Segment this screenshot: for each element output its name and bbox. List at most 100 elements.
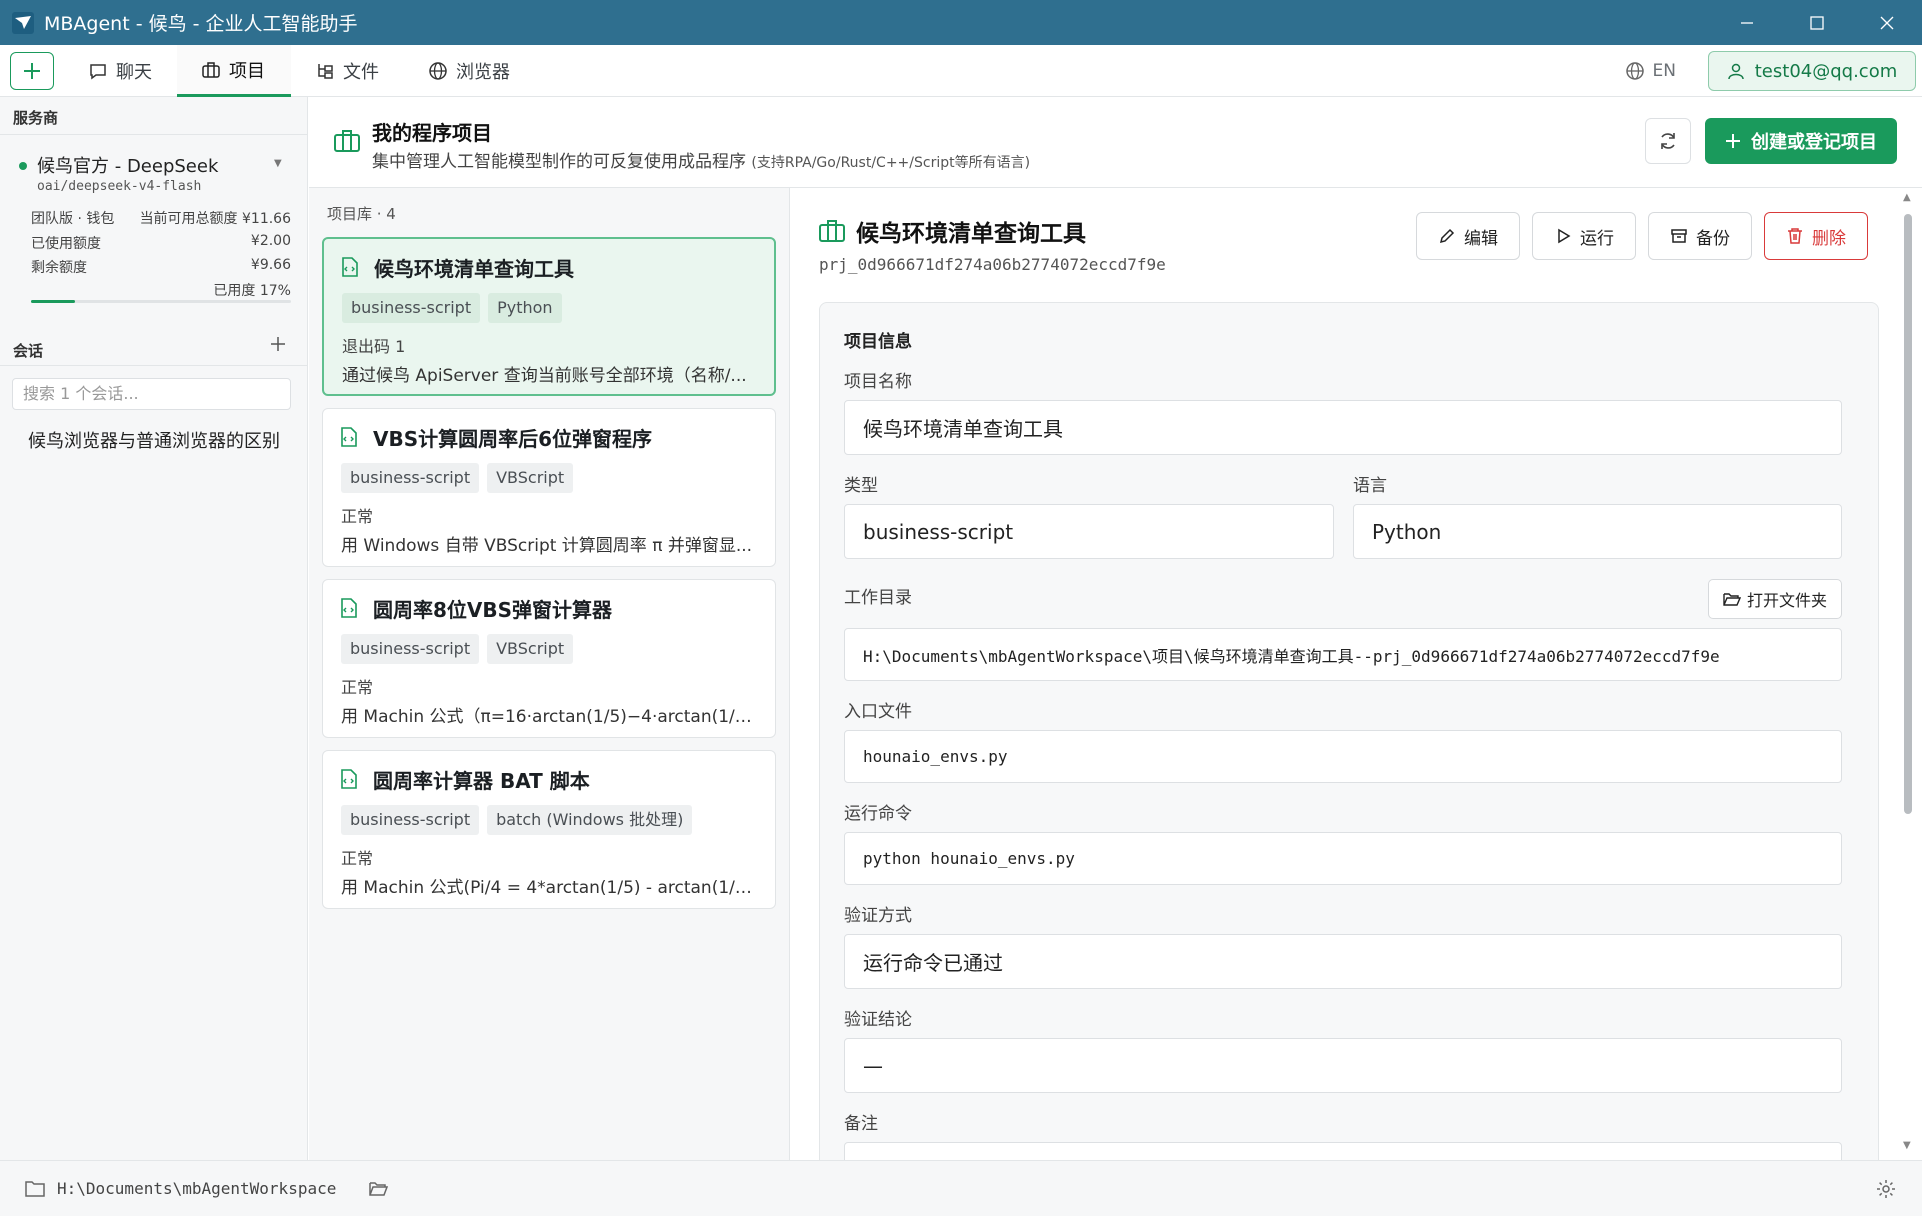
language-switch[interactable]: EN — [1625, 45, 1676, 97]
status-dot — [19, 162, 27, 170]
session-search-input[interactable]: 搜索 1 个会话... — [12, 378, 291, 410]
maximize-icon — [1810, 15, 1824, 30]
user-account-button[interactable]: test04@qq.com — [1708, 51, 1916, 91]
provider-name: 候鸟官方 - DeepSeek — [37, 156, 219, 177]
project-count: 项目库 · 4 — [327, 205, 396, 223]
edit-button[interactable]: 编辑 — [1416, 212, 1520, 260]
globe-icon — [1625, 62, 1644, 80]
project-tag: Python — [488, 293, 562, 323]
project-name: 圆周率计算器 BAT 脚本 — [373, 769, 590, 793]
create-project-label: 创建或登记项目 — [1751, 132, 1877, 153]
project-card[interactable]: 圆周率计算器 BAT 脚本 business-script batch (Win… — [322, 750, 776, 909]
tab-chat[interactable]: 聊天 — [64, 45, 176, 97]
chevron-down-icon[interactable]: ▼ — [274, 158, 282, 169]
maximize-button[interactable] — [1782, 0, 1852, 45]
project-name: VBS计算圆周率后6位弹窗程序 — [373, 427, 653, 451]
plus-icon — [1726, 134, 1740, 148]
user-email: test04@qq.com — [1754, 60, 1898, 82]
tab-browser-label: 浏览器 — [456, 62, 510, 83]
scroll-up-icon[interactable]: ▲ — [1903, 192, 1911, 203]
run-label: 运行 — [1580, 228, 1614, 249]
add-session-icon[interactable] — [270, 336, 286, 352]
conclusion-label: 验证结论 — [844, 1010, 912, 1030]
available-amount: 当前可用总额度 ¥11.66 — [139, 211, 291, 227]
briefcase-icon — [334, 130, 360, 152]
delete-button[interactable]: 删除 — [1764, 212, 1868, 260]
session-item[interactable]: 候鸟浏览器与普通浏览器的区别 — [28, 427, 280, 453]
chat-icon — [90, 64, 106, 80]
provider-section-label: 服务商 — [13, 109, 59, 127]
verify-label: 验证方式 — [844, 906, 912, 926]
project-detail-pane: 候鸟环境清单查询工具 prj_0d966671df274a06b2774072e… — [791, 188, 1922, 1160]
wallet-label: 团队版 · 钱包 — [31, 211, 115, 227]
tab-files-label: 文件 — [343, 62, 379, 83]
pencil-icon — [1439, 228, 1455, 244]
project-desc: 用 Machin 公式(Pi/4 = 4*arctan(1/5) - arcta… — [341, 878, 761, 898]
scrollbar-thumb[interactable] — [1904, 214, 1912, 814]
run-command-field[interactable]: python hounaio_envs.py — [844, 832, 1842, 885]
globe-icon — [429, 62, 447, 80]
folder-open-icon — [1723, 593, 1741, 606]
project-tag: business-script — [341, 463, 480, 493]
workspace-path: H:\Documents\mbAgentWorkspace — [57, 1179, 337, 1198]
remain-value: ¥9.66 — [250, 257, 291, 273]
run-button[interactable]: 运行 — [1532, 212, 1636, 260]
type-label: 类型 — [844, 476, 878, 496]
remain-row: 剩余额度 ¥9.66 — [31, 257, 291, 277]
folder-open-icon[interactable] — [369, 1180, 389, 1198]
minimize-button[interactable] — [1712, 0, 1782, 45]
project-card[interactable]: VBS计算圆周率后6位弹窗程序 business-script VBScript… — [322, 408, 776, 567]
project-name-field[interactable]: 候鸟环境清单查询工具 — [844, 400, 1842, 455]
section-title: 项目信息 — [844, 332, 912, 352]
entry-file-field[interactable]: hounaio_envs.py — [844, 730, 1842, 783]
status-bar: H:\Documents\mbAgentWorkspace — [0, 1160, 1922, 1216]
project-desc: 用 Windows 自带 VBScript 计算圆周率 π 并弹窗显... — [341, 536, 753, 556]
folder-icon — [25, 1181, 45, 1197]
create-project-button[interactable]: 创建或登记项目 — [1705, 118, 1897, 164]
minimize-icon — [1741, 21, 1753, 24]
tab-files[interactable]: 文件 — [291, 45, 403, 97]
close-button[interactable] — [1852, 0, 1922, 45]
project-info-panel: 项目信息 项目名称 候鸟环境清单查询工具 类型 business-script … — [819, 302, 1879, 1160]
project-tag: business-script — [342, 293, 481, 323]
scroll-down-icon[interactable]: ▼ — [1903, 1140, 1911, 1151]
subtitle-text: 集中管理人工智能模型制作的可反复使用成品程序 — [372, 152, 746, 172]
title-bar: MBAgent - 候鸟 - 企业人工智能助手 — [0, 0, 1922, 45]
project-card[interactable]: 圆周率8位VBS弹窗计算器 business-script VBScript 正… — [322, 579, 776, 738]
used-value: ¥2.00 — [250, 233, 291, 249]
page-title: 我的程序项目 — [372, 121, 492, 145]
refresh-button[interactable] — [1645, 118, 1691, 164]
script-file-icon — [342, 257, 358, 277]
project-desc: 通过候鸟 ApiServer 查询当前账号全部环境（名称/... — [342, 366, 747, 386]
type-field[interactable]: business-script — [844, 504, 1334, 559]
backup-button[interactable]: 备份 — [1648, 212, 1752, 260]
wallet-row: 团队版 · 钱包 当前可用总额度 ¥11.66 — [31, 208, 291, 228]
briefcase-icon — [819, 220, 845, 242]
refresh-icon — [1661, 133, 1675, 149]
project-id: prj_0d966671df274a06b2774072eccd7f9e — [819, 255, 1166, 274]
project-name: 圆周率8位VBS弹窗计算器 — [373, 598, 613, 622]
notes-field[interactable] — [844, 1142, 1842, 1160]
script-file-icon — [341, 598, 357, 618]
play-icon — [1558, 228, 1571, 244]
name-label: 项目名称 — [844, 372, 912, 392]
close-icon — [1880, 16, 1894, 29]
language-field[interactable]: Python — [1353, 504, 1842, 559]
tab-projects[interactable]: 项目 — [177, 45, 291, 97]
backup-label: 备份 — [1696, 228, 1730, 249]
language-label: 语言 — [1353, 476, 1387, 496]
script-file-icon — [341, 769, 357, 789]
open-folder-button[interactable]: 打开文件夹 — [1708, 579, 1842, 619]
usage-label: 已用度 17% — [213, 283, 291, 299]
tab-browser[interactable]: 浏览器 — [404, 45, 534, 97]
verify-method-field[interactable]: 运行命令已通过 — [844, 934, 1842, 989]
gear-icon[interactable] — [1876, 1179, 1896, 1199]
workdir-field[interactable]: H:\Documents\mbAgentWorkspace\项目\候鸟环境清单查… — [844, 628, 1842, 681]
tab-projects-label: 项目 — [229, 60, 265, 82]
project-card[interactable]: 候鸟环境清单查询工具 business-script Python 退出码 1 … — [322, 237, 776, 396]
new-chat-button[interactable] — [10, 52, 54, 90]
verify-conclusion-field[interactable]: — — [844, 1038, 1842, 1093]
delete-label: 删除 — [1812, 228, 1846, 249]
language-label: EN — [1652, 61, 1676, 81]
top-nav: 聊天 项目 文件 浏览器 EN test04@qq.com — [0, 45, 1922, 97]
